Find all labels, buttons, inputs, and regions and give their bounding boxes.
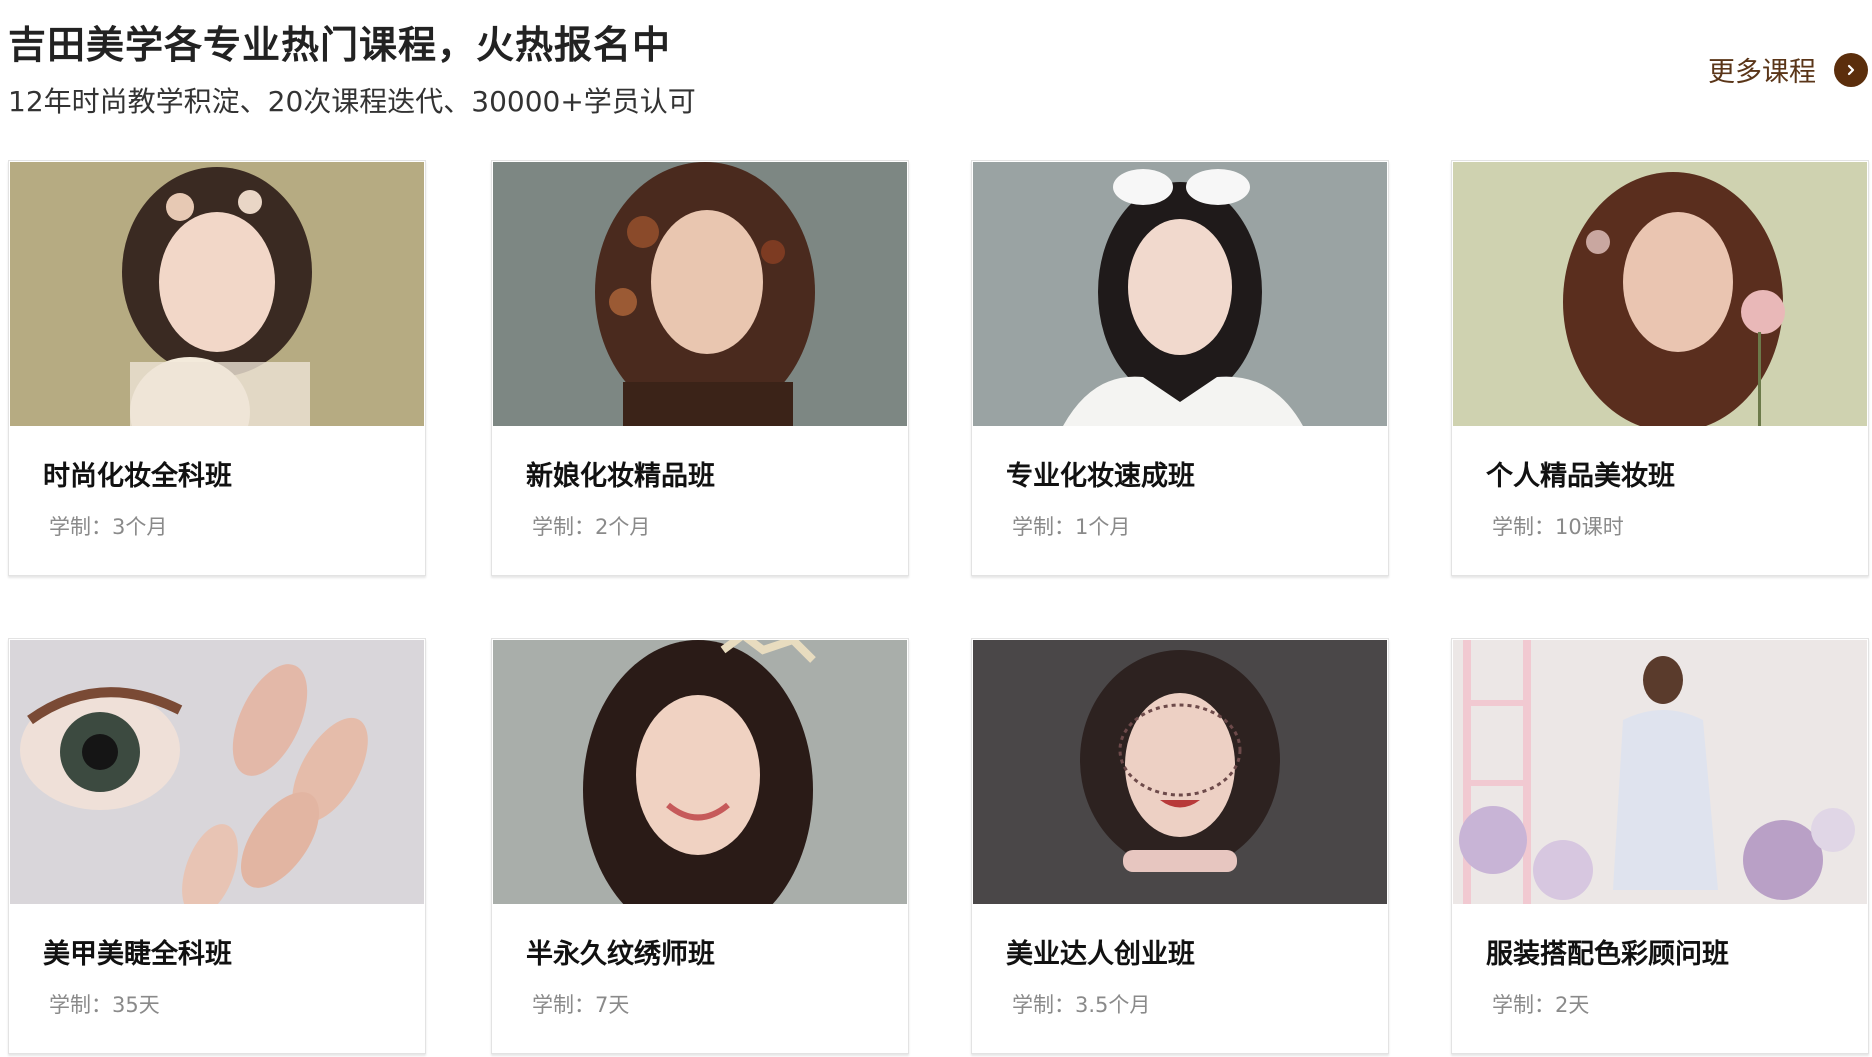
course-duration: 学制：1个月 xyxy=(1012,515,1131,539)
course-name: 时尚化妆全科班 xyxy=(43,461,232,492)
course-name: 专业化妆速成班 xyxy=(1006,461,1195,492)
chevron-right-icon xyxy=(1834,52,1868,87)
course-duration: 学制：3个月 xyxy=(49,515,168,539)
course-duration: 学制：7天 xyxy=(532,993,630,1017)
course-name: 新娘化妆精品班 xyxy=(526,461,715,492)
course-card[interactable]: 时尚化妆全科班 学制：3个月 xyxy=(8,160,426,576)
more-courses-link[interactable]: 更多课程 xyxy=(1708,50,1868,89)
course-card[interactable]: 个人精品美妆班 学制：10课时 xyxy=(1451,160,1869,576)
course-duration: 学制：2个月 xyxy=(532,515,651,539)
more-courses-label: 更多课程 xyxy=(1708,57,1816,88)
course-name: 半永久纹绣师班 xyxy=(526,939,715,970)
section-title: 吉田美学各专业热门课程，火热报名中 xyxy=(8,23,672,67)
course-duration: 学制：2天 xyxy=(1492,993,1590,1017)
section-subtitle: 12年时尚教学积淀、20次课程迭代、30000+学员认可 xyxy=(8,85,696,118)
course-photo xyxy=(10,640,424,904)
course-card[interactable]: 半永久纹绣师班 学制：7天 xyxy=(491,638,909,1054)
course-card[interactable]: 新娘化妆精品班 学制：2个月 xyxy=(491,160,909,576)
course-name: 服装搭配色彩顾问班 xyxy=(1486,939,1729,970)
course-photo xyxy=(493,640,907,904)
course-card[interactable]: 服装搭配色彩顾问班 学制：2天 xyxy=(1451,638,1869,1054)
course-duration: 学制：35天 xyxy=(49,993,160,1017)
page: 吉田美学各专业热门课程，火热报名中 12年时尚教学积淀、20次课程迭代、3000… xyxy=(0,0,1872,1057)
course-card[interactable]: 美业达人创业班 学制：3.5个月 xyxy=(971,638,1389,1054)
course-photo xyxy=(1453,162,1867,426)
course-photo xyxy=(973,162,1387,426)
course-name: 美甲美睫全科班 xyxy=(43,939,232,970)
course-name: 美业达人创业班 xyxy=(1006,939,1195,970)
course-photo xyxy=(973,640,1387,904)
course-name: 个人精品美妆班 xyxy=(1486,461,1675,492)
course-photo xyxy=(10,162,424,426)
course-duration: 学制：3.5个月 xyxy=(1012,993,1151,1017)
course-photo xyxy=(493,162,907,426)
course-photo xyxy=(1453,640,1867,904)
course-duration: 学制：10课时 xyxy=(1492,515,1624,539)
section-header: 吉田美学各专业热门课程，火热报名中 12年时尚教学积淀、20次课程迭代、3000… xyxy=(8,14,1868,124)
course-card[interactable]: 美甲美睫全科班 学制：35天 xyxy=(8,638,426,1054)
course-card[interactable]: 专业化妆速成班 学制：1个月 xyxy=(971,160,1389,576)
